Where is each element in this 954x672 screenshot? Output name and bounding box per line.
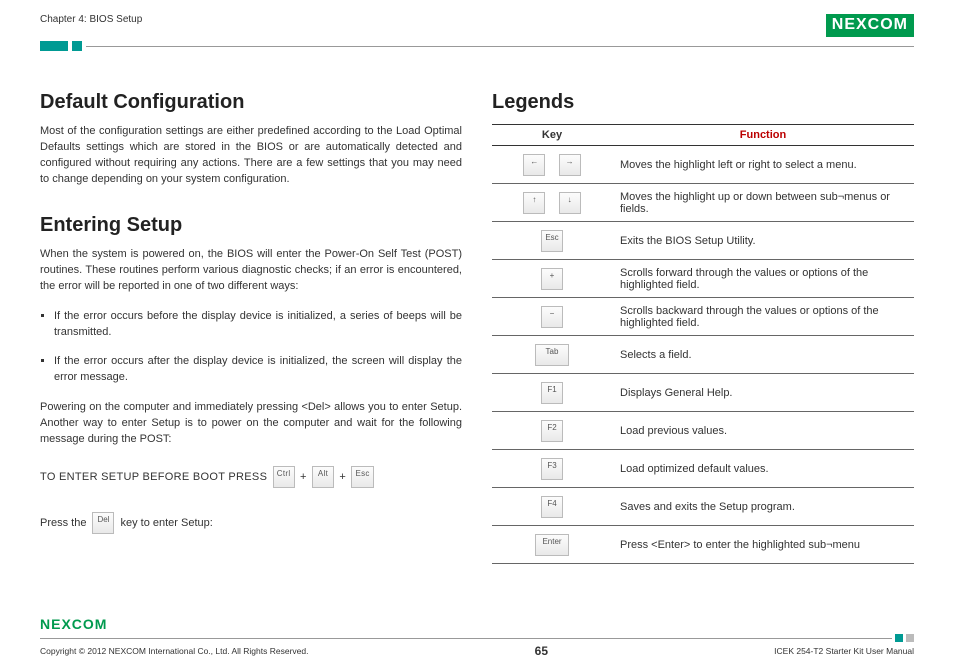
key-icon: Esc bbox=[541, 230, 563, 252]
legend-function-cell: Selects a field. bbox=[612, 336, 914, 374]
legend-function-cell: Moves the highlight up or down between s… bbox=[612, 184, 914, 222]
bullet-screen-error: If the error occurs after the display de… bbox=[54, 354, 462, 386]
table-row: Esc Exits the BIOS Setup Utility. bbox=[492, 222, 914, 260]
key-icon: ← bbox=[523, 154, 545, 176]
del-key-icon: Del bbox=[92, 512, 114, 534]
legend-key-cell: ← → bbox=[492, 146, 612, 184]
key-icon: Enter bbox=[535, 534, 569, 556]
table-row: F4 Saves and exits the Setup program. bbox=[492, 488, 914, 526]
legend-function-cell: Displays General Help. bbox=[612, 374, 914, 412]
legend-function-cell: Load previous values. bbox=[612, 412, 914, 450]
legends-table: Key Function ← →Moves the highlight left… bbox=[492, 124, 914, 564]
press-del-line: Press the Del key to enter Setup: bbox=[40, 512, 462, 534]
table-row: ← →Moves the highlight left or right to … bbox=[492, 146, 914, 184]
legend-key-cell: Enter bbox=[492, 526, 612, 564]
footer-chip-2 bbox=[906, 634, 914, 642]
table-row: + Scrolls forward through the values or o… bbox=[492, 260, 914, 298]
table-row: F2 Load previous values. bbox=[492, 412, 914, 450]
page-number: 65 bbox=[535, 644, 548, 658]
alt-key-icon: Alt bbox=[312, 466, 334, 488]
header-accent-chip bbox=[72, 41, 82, 51]
table-row: Enter Press <Enter> to enter the highligh… bbox=[492, 526, 914, 564]
legend-key-cell: ↑ ↓ bbox=[492, 184, 612, 222]
key-icon: F2 bbox=[541, 420, 563, 442]
key-icon: F1 bbox=[541, 382, 563, 404]
header-accent-bar bbox=[40, 41, 68, 51]
bullet-beeps: If the error occurs before the display d… bbox=[54, 309, 462, 341]
legend-key-cell: + bbox=[492, 260, 612, 298]
legend-function-cell: Moves the highlight left or right to sel… bbox=[612, 146, 914, 184]
copyright-text: Copyright © 2012 NEXCOM International Co… bbox=[40, 646, 308, 656]
key-icon: → bbox=[559, 154, 581, 176]
setup-label: TO ENTER SETUP BEFORE BOOT PRESS bbox=[40, 471, 267, 483]
footer-rule bbox=[40, 638, 892, 639]
table-row: F1 Displays General Help. bbox=[492, 374, 914, 412]
brand-logo: NEXCOM bbox=[826, 14, 914, 37]
esc-key-icon: Esc bbox=[351, 466, 373, 488]
legend-function-cell: Load optimized default values. bbox=[612, 450, 914, 488]
key-icon: F3 bbox=[541, 458, 563, 480]
ctrl-key-icon: Ctrl bbox=[273, 466, 295, 488]
table-row: F3 Load optimized default values. bbox=[492, 450, 914, 488]
legend-key-cell: F2 bbox=[492, 412, 612, 450]
logo-text-left: NE bbox=[832, 16, 856, 34]
press-post: key to enter Setup: bbox=[120, 517, 212, 529]
legend-key-cell: F3 bbox=[492, 450, 612, 488]
legend-function-cell: Scrolls backward through the values or o… bbox=[612, 298, 914, 336]
key-icon: − bbox=[541, 306, 563, 328]
table-row: Tab Selects a field. bbox=[492, 336, 914, 374]
key-icon: ↓ bbox=[559, 192, 581, 214]
heading-legends: Legends bbox=[492, 91, 914, 114]
key-icon: F4 bbox=[541, 496, 563, 518]
plus-sep-1: + bbox=[300, 471, 307, 483]
legend-key-cell: Esc bbox=[492, 222, 612, 260]
doc-title: ICEK 254-T2 Starter Kit User Manual bbox=[774, 646, 914, 656]
legend-function-cell: Exits the BIOS Setup Utility. bbox=[612, 222, 914, 260]
logo-x-icon: X bbox=[856, 16, 868, 34]
heading-default-config: Default Configuration bbox=[40, 91, 462, 114]
para-entering-setup: When the system is powered on, the BIOS … bbox=[40, 247, 462, 295]
footer-logo: NEXCOM bbox=[40, 616, 914, 632]
th-key: Key bbox=[492, 125, 612, 146]
legend-function-cell: Press <Enter> to enter the highlighted s… bbox=[612, 526, 914, 564]
heading-entering-setup: Entering Setup bbox=[40, 214, 462, 237]
legend-key-cell: F1 bbox=[492, 374, 612, 412]
logo-text-right: COM bbox=[868, 16, 908, 34]
legend-key-cell: − bbox=[492, 298, 612, 336]
footer-chip-1 bbox=[895, 634, 903, 642]
table-row: − Scrolls backward through the values or … bbox=[492, 298, 914, 336]
legend-key-cell: Tab bbox=[492, 336, 612, 374]
press-pre: Press the bbox=[40, 517, 86, 529]
key-icon: + bbox=[541, 268, 563, 290]
key-icon: ↑ bbox=[523, 192, 545, 214]
legend-function-cell: Saves and exits the Setup program. bbox=[612, 488, 914, 526]
chapter-label: Chapter 4: BIOS Setup bbox=[40, 14, 142, 25]
table-row: ↑ ↓Moves the highlight up or down betwee… bbox=[492, 184, 914, 222]
setup-hotkey-line: TO ENTER SETUP BEFORE BOOT PRESS Ctrl + … bbox=[40, 466, 462, 488]
header-rule bbox=[86, 46, 914, 47]
legend-key-cell: F4 bbox=[492, 488, 612, 526]
plus-sep-2: + bbox=[339, 471, 346, 483]
para-power-on: Powering on the computer and immediately… bbox=[40, 400, 462, 448]
th-function: Function bbox=[612, 125, 914, 146]
key-icon: Tab bbox=[535, 344, 569, 366]
para-default-config: Most of the configuration settings are e… bbox=[40, 124, 462, 188]
legend-function-cell: Scrolls forward through the values or op… bbox=[612, 260, 914, 298]
